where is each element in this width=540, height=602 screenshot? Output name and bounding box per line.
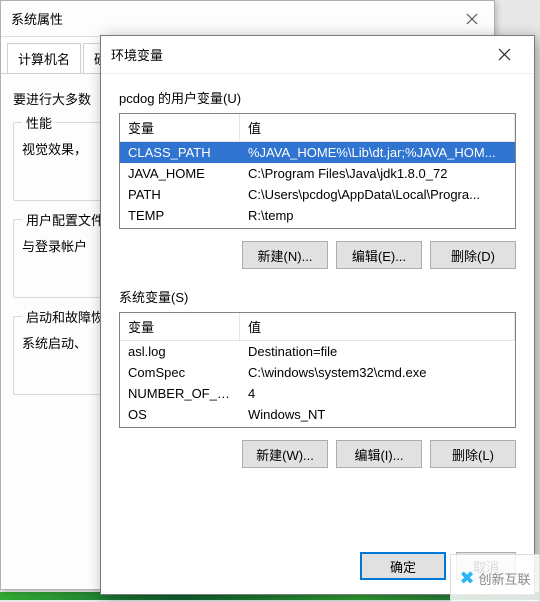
- user-vars-buttons: 新建(N)... 编辑(E)... 删除(D): [119, 241, 516, 269]
- system-properties-title: 系统属性: [11, 9, 460, 28]
- table-row[interactable]: NUMBER_OF_PR...4: [120, 383, 515, 404]
- header-variable[interactable]: 变量: [120, 313, 240, 340]
- table-row[interactable]: TEMPR:\temp: [120, 205, 515, 226]
- table-header: 变量 值: [120, 313, 515, 341]
- var-name-cell: TEMP: [120, 205, 240, 226]
- var-name-cell: asl.log: [120, 341, 240, 362]
- delete-sys-var-button[interactable]: 删除(L): [430, 440, 516, 468]
- edit-sys-var-button[interactable]: 编辑(I)...: [336, 440, 422, 468]
- var-value-cell: C:\windows\system32\cmd.exe: [240, 362, 515, 383]
- system-vars-buttons: 新建(W)... 编辑(I)... 删除(L): [119, 440, 516, 468]
- table-row[interactable]: asl.logDestination=file: [120, 341, 515, 362]
- table-row[interactable]: PathC:\ProgramData\Oracle\Java\javapath;…: [120, 425, 515, 428]
- watermark-text: 创新互联: [479, 569, 531, 588]
- table-row[interactable]: JAVA_HOMEC:\Program Files\Java\jdk1.8.0_…: [120, 163, 515, 184]
- group-startup-label: 启动和故障恢: [22, 307, 108, 326]
- user-vars-table[interactable]: 变量 值 CLASS_PATH%JAVA_HOME%\Lib\dt.jar;%J…: [119, 113, 516, 229]
- table-row[interactable]: PATHC:\Users\pcdog\AppData\Local\Progra.…: [120, 184, 515, 205]
- watermark-icon: ✖: [459, 568, 474, 589]
- var-name-cell: Path: [120, 425, 240, 428]
- system-vars-table[interactable]: 变量 值 asl.logDestination=fileComSpecC:\wi…: [119, 312, 516, 428]
- env-titlebar: 环境变量: [101, 36, 534, 74]
- user-vars-label: pcdog 的用户变量(U): [119, 88, 516, 107]
- var-name-cell: PATH: [120, 184, 240, 205]
- var-name-cell: OS: [120, 404, 240, 425]
- group-profile-label: 用户配置文件: [22, 210, 108, 229]
- var-value-cell: R:\temp: [240, 226, 515, 229]
- table-row[interactable]: OSWindows_NT: [120, 404, 515, 425]
- environment-variables-dialog: 环境变量 pcdog 的用户变量(U) 变量 值 CLASS_PATH%JAVA…: [100, 35, 535, 595]
- var-name-cell: NUMBER_OF_PR...: [120, 383, 240, 404]
- var-value-cell: C:\Program Files\Java\jdk1.8.0_72: [240, 163, 515, 184]
- var-value-cell: R:\temp: [240, 205, 515, 226]
- table-row[interactable]: ComSpecC:\windows\system32\cmd.exe: [120, 362, 515, 383]
- close-icon[interactable]: [484, 40, 524, 70]
- var-value-cell: %JAVA_HOME%\Lib\dt.jar;%JAVA_HOM...: [240, 142, 515, 163]
- var-value-cell: Destination=file: [240, 341, 515, 362]
- header-variable[interactable]: 变量: [120, 114, 240, 141]
- var-name-cell: ComSpec: [120, 362, 240, 383]
- table-row[interactable]: CLASS_PATH%JAVA_HOME%\Lib\dt.jar;%JAVA_H…: [120, 142, 515, 163]
- var-value-cell: Windows_NT: [240, 404, 515, 425]
- var-name-cell: CLASS_PATH: [120, 142, 240, 163]
- env-body: pcdog 的用户变量(U) 变量 值 CLASS_PATH%JAVA_HOME…: [101, 74, 534, 542]
- group-performance-label: 性能: [22, 113, 56, 132]
- watermark: ✖ 创新互联: [450, 554, 540, 602]
- new-user-var-button[interactable]: 新建(N)...: [242, 241, 328, 269]
- ok-button[interactable]: 确定: [360, 552, 446, 580]
- table-header: 变量 值: [120, 114, 515, 142]
- header-value[interactable]: 值: [240, 313, 515, 340]
- var-name-cell: JAVA_HOME: [120, 163, 240, 184]
- delete-user-var-button[interactable]: 删除(D): [430, 241, 516, 269]
- var-name-cell: TMP: [120, 226, 240, 229]
- header-value[interactable]: 值: [240, 114, 515, 141]
- var-value-cell: C:\ProgramData\Oracle\Java\javapath;C...: [240, 425, 515, 428]
- var-value-cell: C:\Users\pcdog\AppData\Local\Progra...: [240, 184, 515, 205]
- system-vars-label: 系统变量(S): [119, 287, 516, 306]
- var-value-cell: 4: [240, 383, 515, 404]
- env-title: 环境变量: [111, 45, 484, 64]
- close-icon[interactable]: [460, 7, 484, 31]
- edit-user-var-button[interactable]: 编辑(E)...: [336, 241, 422, 269]
- new-sys-var-button[interactable]: 新建(W)...: [242, 440, 328, 468]
- system-properties-titlebar: 系统属性: [1, 1, 494, 37]
- tab-computer-name[interactable]: 计算机名: [7, 43, 81, 73]
- table-row[interactable]: TMPR:\temp: [120, 226, 515, 229]
